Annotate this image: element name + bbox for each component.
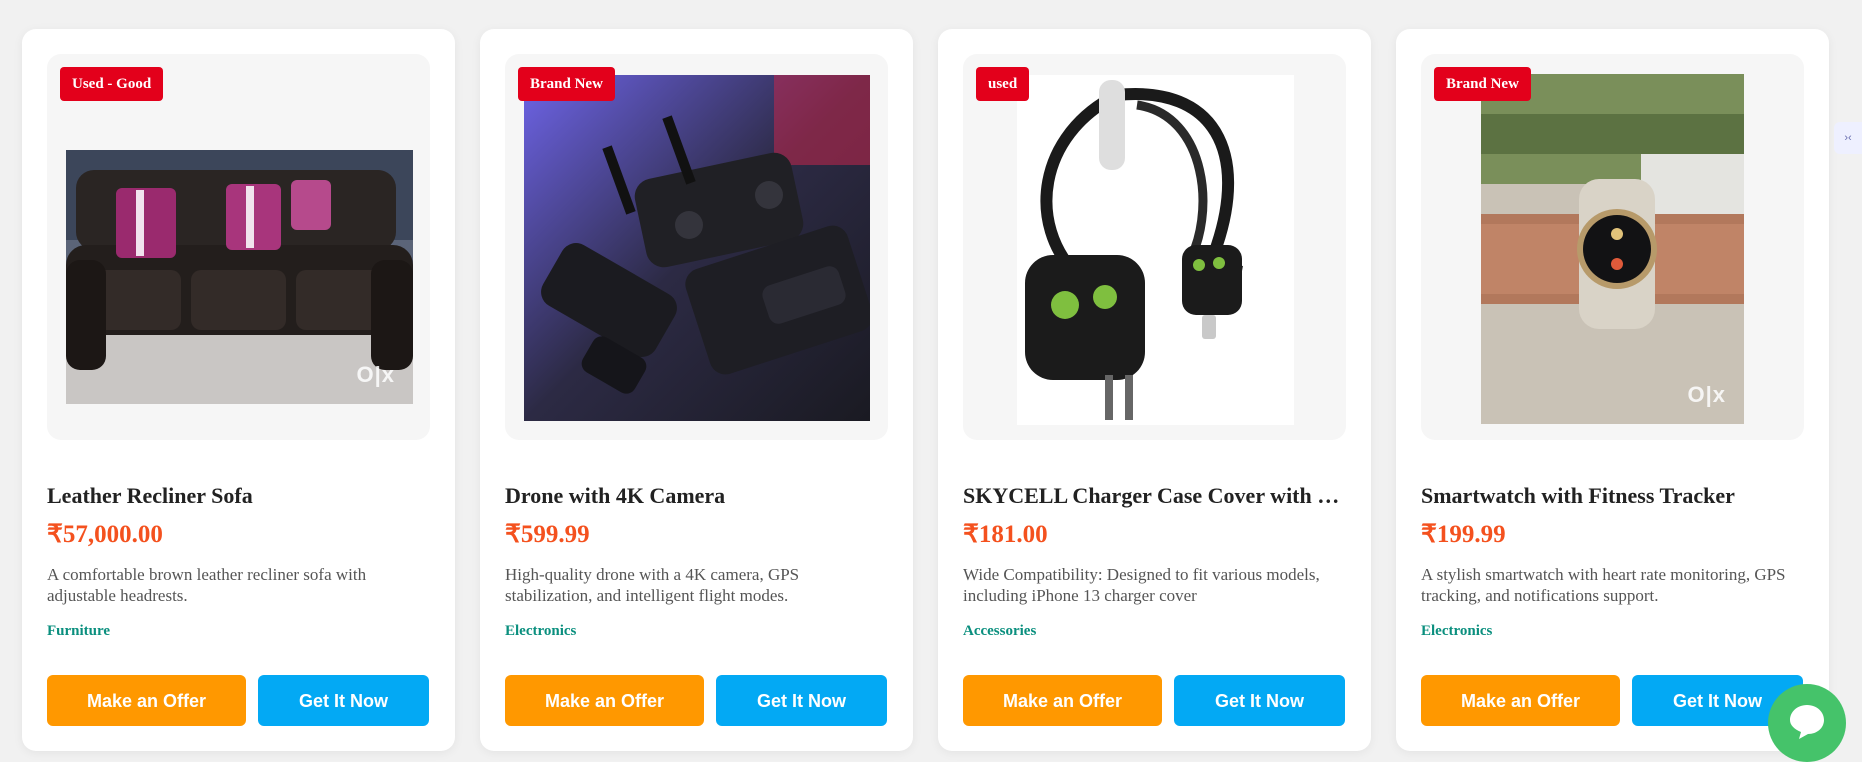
get-it-now-button[interactable]: Get It Now — [1174, 675, 1345, 726]
product-card[interactable]: Used - Good O|x Leather Recliner Sofa ₹5… — [22, 29, 455, 751]
product-title[interactable]: Smartwatch with Fitness Tracker — [1421, 483, 1806, 509]
make-offer-button[interactable]: Make an Offer — [505, 675, 704, 726]
product-price: ₹57,000.00 — [47, 521, 163, 548]
product-image-container[interactable]: used — [963, 54, 1346, 440]
product-image-container[interactable]: Used - Good O|x — [47, 54, 430, 440]
product-card[interactable]: Brand New O|x Smartwatch with Fitness Tr… — [1396, 29, 1829, 751]
product-category: Furniture — [47, 623, 111, 639]
smartwatch-image — [1481, 74, 1744, 424]
product-grid: Used - Good O|x Leather Recliner Sofa ₹5… — [0, 0, 1862, 762]
product-category: Electronics — [1421, 623, 1493, 639]
product-description: A comfortable brown leather recliner sof… — [47, 565, 367, 605]
product-category: Electronics — [505, 623, 577, 639]
get-it-now-button[interactable]: Get It Now — [716, 675, 887, 726]
product-image-charger[interactable] — [1017, 75, 1294, 425]
product-description: Wide Compatibility: Designed to fit vari… — [963, 565, 1320, 605]
product-image-smartwatch[interactable]: O|x — [1481, 74, 1744, 424]
make-offer-button[interactable]: Make an Offer — [963, 675, 1162, 726]
condition-badge: Brand New — [518, 67, 615, 101]
make-offer-button[interactable]: Make an Offer — [1421, 675, 1620, 726]
chat-button[interactable] — [1768, 684, 1846, 762]
product-price: ₹181.00 — [963, 521, 1048, 548]
product-image-container[interactable]: Brand New O|x — [1421, 54, 1804, 440]
product-image-sofa[interactable]: O|x — [66, 150, 413, 404]
watermark: O|x — [1687, 382, 1726, 407]
product-card[interactable]: used SKYCELL Charger Case Cover with Ca … — [938, 29, 1371, 751]
condition-badge: Used - Good — [60, 67, 164, 101]
product-category: Accessories — [963, 623, 1037, 639]
watermark: O|x — [356, 362, 395, 387]
product-title[interactable]: SKYCELL Charger Case Cover with Cable Pr… — [963, 483, 1348, 509]
collapse-panel-tab[interactable]: ›‹ — [1834, 122, 1862, 154]
product-description: High-quality drone with a 4K camera, GPS… — [505, 565, 800, 605]
condition-badge: used — [976, 67, 1030, 101]
product-card[interactable]: Brand New Drone with 4K Camera ₹599.99 H… — [480, 29, 913, 751]
product-description: A stylish smartwatch with heart rate mon… — [1421, 565, 1786, 605]
product-image-drone[interactable] — [524, 75, 870, 421]
drone-image — [524, 75, 870, 421]
chat-bubble-icon — [1790, 705, 1824, 739]
get-it-now-button[interactable]: Get It Now — [258, 675, 429, 726]
condition-badge: Brand New — [1434, 67, 1531, 101]
product-price: ₹199.99 — [1421, 521, 1506, 548]
charger-cover-image — [1017, 75, 1294, 425]
product-title[interactable]: Leather Recliner Sofa — [47, 483, 432, 509]
product-image-container[interactable]: Brand New — [505, 54, 888, 440]
product-title[interactable]: Drone with 4K Camera — [505, 483, 890, 509]
product-price: ₹599.99 — [505, 521, 590, 548]
make-offer-button[interactable]: Make an Offer — [47, 675, 246, 726]
